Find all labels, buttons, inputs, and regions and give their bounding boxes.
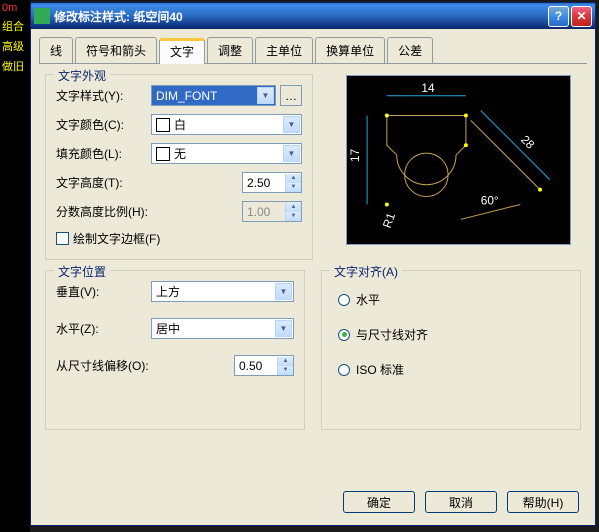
svg-text:60°: 60° xyxy=(481,193,499,207)
chevron-down-icon: ▼ xyxy=(283,116,300,133)
combo-text-color[interactable]: 白 ▼ xyxy=(151,114,302,135)
label-offset: 从尺寸线偏移(O): xyxy=(56,357,171,374)
color-swatch-icon xyxy=(156,118,170,132)
label-fill-color: 填充颜色(L): xyxy=(56,145,151,162)
chevron-down-icon: ▼ xyxy=(275,320,292,337)
background-app: 0m 组合 高级 做旧 xyxy=(0,0,30,532)
radio-icon xyxy=(338,329,350,341)
browse-style-button[interactable]: … xyxy=(280,85,302,106)
checkbox-draw-frame[interactable]: 绘制文字边框(F) xyxy=(56,230,302,247)
cancel-button[interactable]: 取消 xyxy=(425,491,497,513)
help-button[interactable]: 帮助(H) xyxy=(507,491,579,513)
svg-text:14: 14 xyxy=(421,81,435,95)
legend-alignment: 文字对齐(A) xyxy=(330,263,402,280)
combo-vertical[interactable]: 上方 ▼ xyxy=(151,281,294,302)
tab-bar: 线 符号和箭头 文字 调整 主单位 换算单位 公差 xyxy=(39,37,587,64)
spin-up-icon[interactable]: ▲ xyxy=(277,357,293,366)
spin-up-icon[interactable]: ▲ xyxy=(285,174,301,183)
svg-text:28: 28 xyxy=(518,132,538,152)
legend-appearance: 文字外观 xyxy=(54,67,110,84)
tab-primary[interactable]: 主单位 xyxy=(255,37,313,63)
app-icon xyxy=(34,8,50,24)
chevron-down-icon: ▼ xyxy=(257,87,274,104)
chevron-down-icon: ▼ xyxy=(283,145,300,162)
svg-text:R1: R1 xyxy=(380,211,398,230)
radio-horizontal[interactable]: 水平 xyxy=(338,291,570,308)
dimension-style-dialog: 修改标注样式: 纸空间40 ? ✕ 线 符号和箭头 文字 调整 主单位 换算单位… xyxy=(30,2,596,526)
help-button[interactable]: ? xyxy=(548,6,569,27)
legend-position: 文字位置 xyxy=(54,263,110,280)
tab-line[interactable]: 线 xyxy=(39,37,73,63)
tab-text[interactable]: 文字 xyxy=(159,38,205,64)
radio-icon xyxy=(338,364,350,376)
label-text-style: 文字样式(Y): xyxy=(56,87,151,104)
input-text-height[interactable]: 2.50 ▲▼ xyxy=(242,172,302,193)
input-offset[interactable]: 0.50 ▲▼ xyxy=(234,355,294,376)
radio-icon xyxy=(338,294,350,306)
label-text-height: 文字高度(T): xyxy=(56,174,151,191)
checkbox-label: 绘制文字边框(F) xyxy=(73,230,160,247)
dimension-preview: 14 17 28 60° R1 xyxy=(346,75,571,245)
tab-tolerance[interactable]: 公差 xyxy=(387,37,433,63)
tab-adjust[interactable]: 调整 xyxy=(207,37,253,63)
checkbox-icon xyxy=(56,232,69,245)
radio-iso[interactable]: ISO 标准 xyxy=(338,361,570,378)
chevron-down-icon: ▼ xyxy=(275,283,292,300)
color-swatch-icon xyxy=(156,147,170,161)
combo-horizontal[interactable]: 居中 ▼ xyxy=(151,318,294,339)
fieldset-position: 文字位置 垂直(V): 上方 ▼ 水平(Z): 居中 ▼ xyxy=(45,270,305,430)
label-fraction-scale: 分数高度比例(H): xyxy=(56,203,166,220)
ok-button[interactable]: 确定 xyxy=(343,491,415,513)
radio-aligned[interactable]: 与尺寸线对齐 xyxy=(338,326,570,343)
window-title: 修改标注样式: 纸空间40 xyxy=(54,8,546,25)
combo-fill-color[interactable]: 无 ▼ xyxy=(151,143,302,164)
dialog-buttons: 确定 取消 帮助(H) xyxy=(343,491,579,513)
combo-text-style[interactable]: DIM_FONT ▼ xyxy=(151,85,276,106)
fieldset-appearance: 文字外观 文字样式(Y): DIM_FONT ▼ … 文字颜色(C): xyxy=(45,74,313,260)
tab-symbols[interactable]: 符号和箭头 xyxy=(75,37,157,63)
close-button[interactable]: ✕ xyxy=(571,6,592,27)
label-vertical: 垂直(V): xyxy=(56,283,151,300)
label-horizontal: 水平(Z): xyxy=(56,320,151,337)
input-fraction-scale: 1.00 ▲▼ xyxy=(242,201,302,222)
spin-down-icon[interactable]: ▼ xyxy=(285,183,301,192)
fieldset-alignment: 文字对齐(A) 水平 与尺寸线对齐 ISO 标准 xyxy=(321,270,581,430)
titlebar: 修改标注样式: 纸空间40 ? ✕ xyxy=(31,3,595,29)
spin-down-icon[interactable]: ▼ xyxy=(277,366,293,375)
label-text-color: 文字颜色(C): xyxy=(56,116,151,133)
svg-text:17: 17 xyxy=(348,149,362,162)
tab-alternate[interactable]: 换算单位 xyxy=(315,37,385,63)
